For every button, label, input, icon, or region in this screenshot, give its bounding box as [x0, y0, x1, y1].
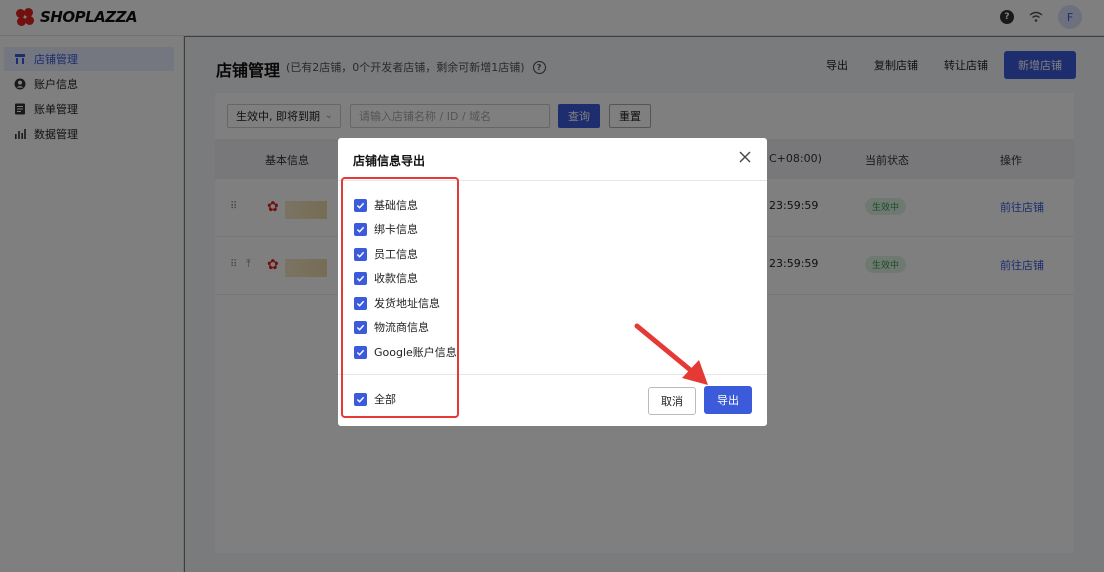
cancel-button[interactable]: 取消 — [648, 387, 696, 415]
confirm-export-button[interactable]: 导出 — [704, 386, 752, 414]
dialog-title: 店铺信息导出 — [353, 154, 426, 168]
annotation-highlight-box — [341, 177, 459, 418]
close-icon[interactable] — [738, 150, 752, 164]
